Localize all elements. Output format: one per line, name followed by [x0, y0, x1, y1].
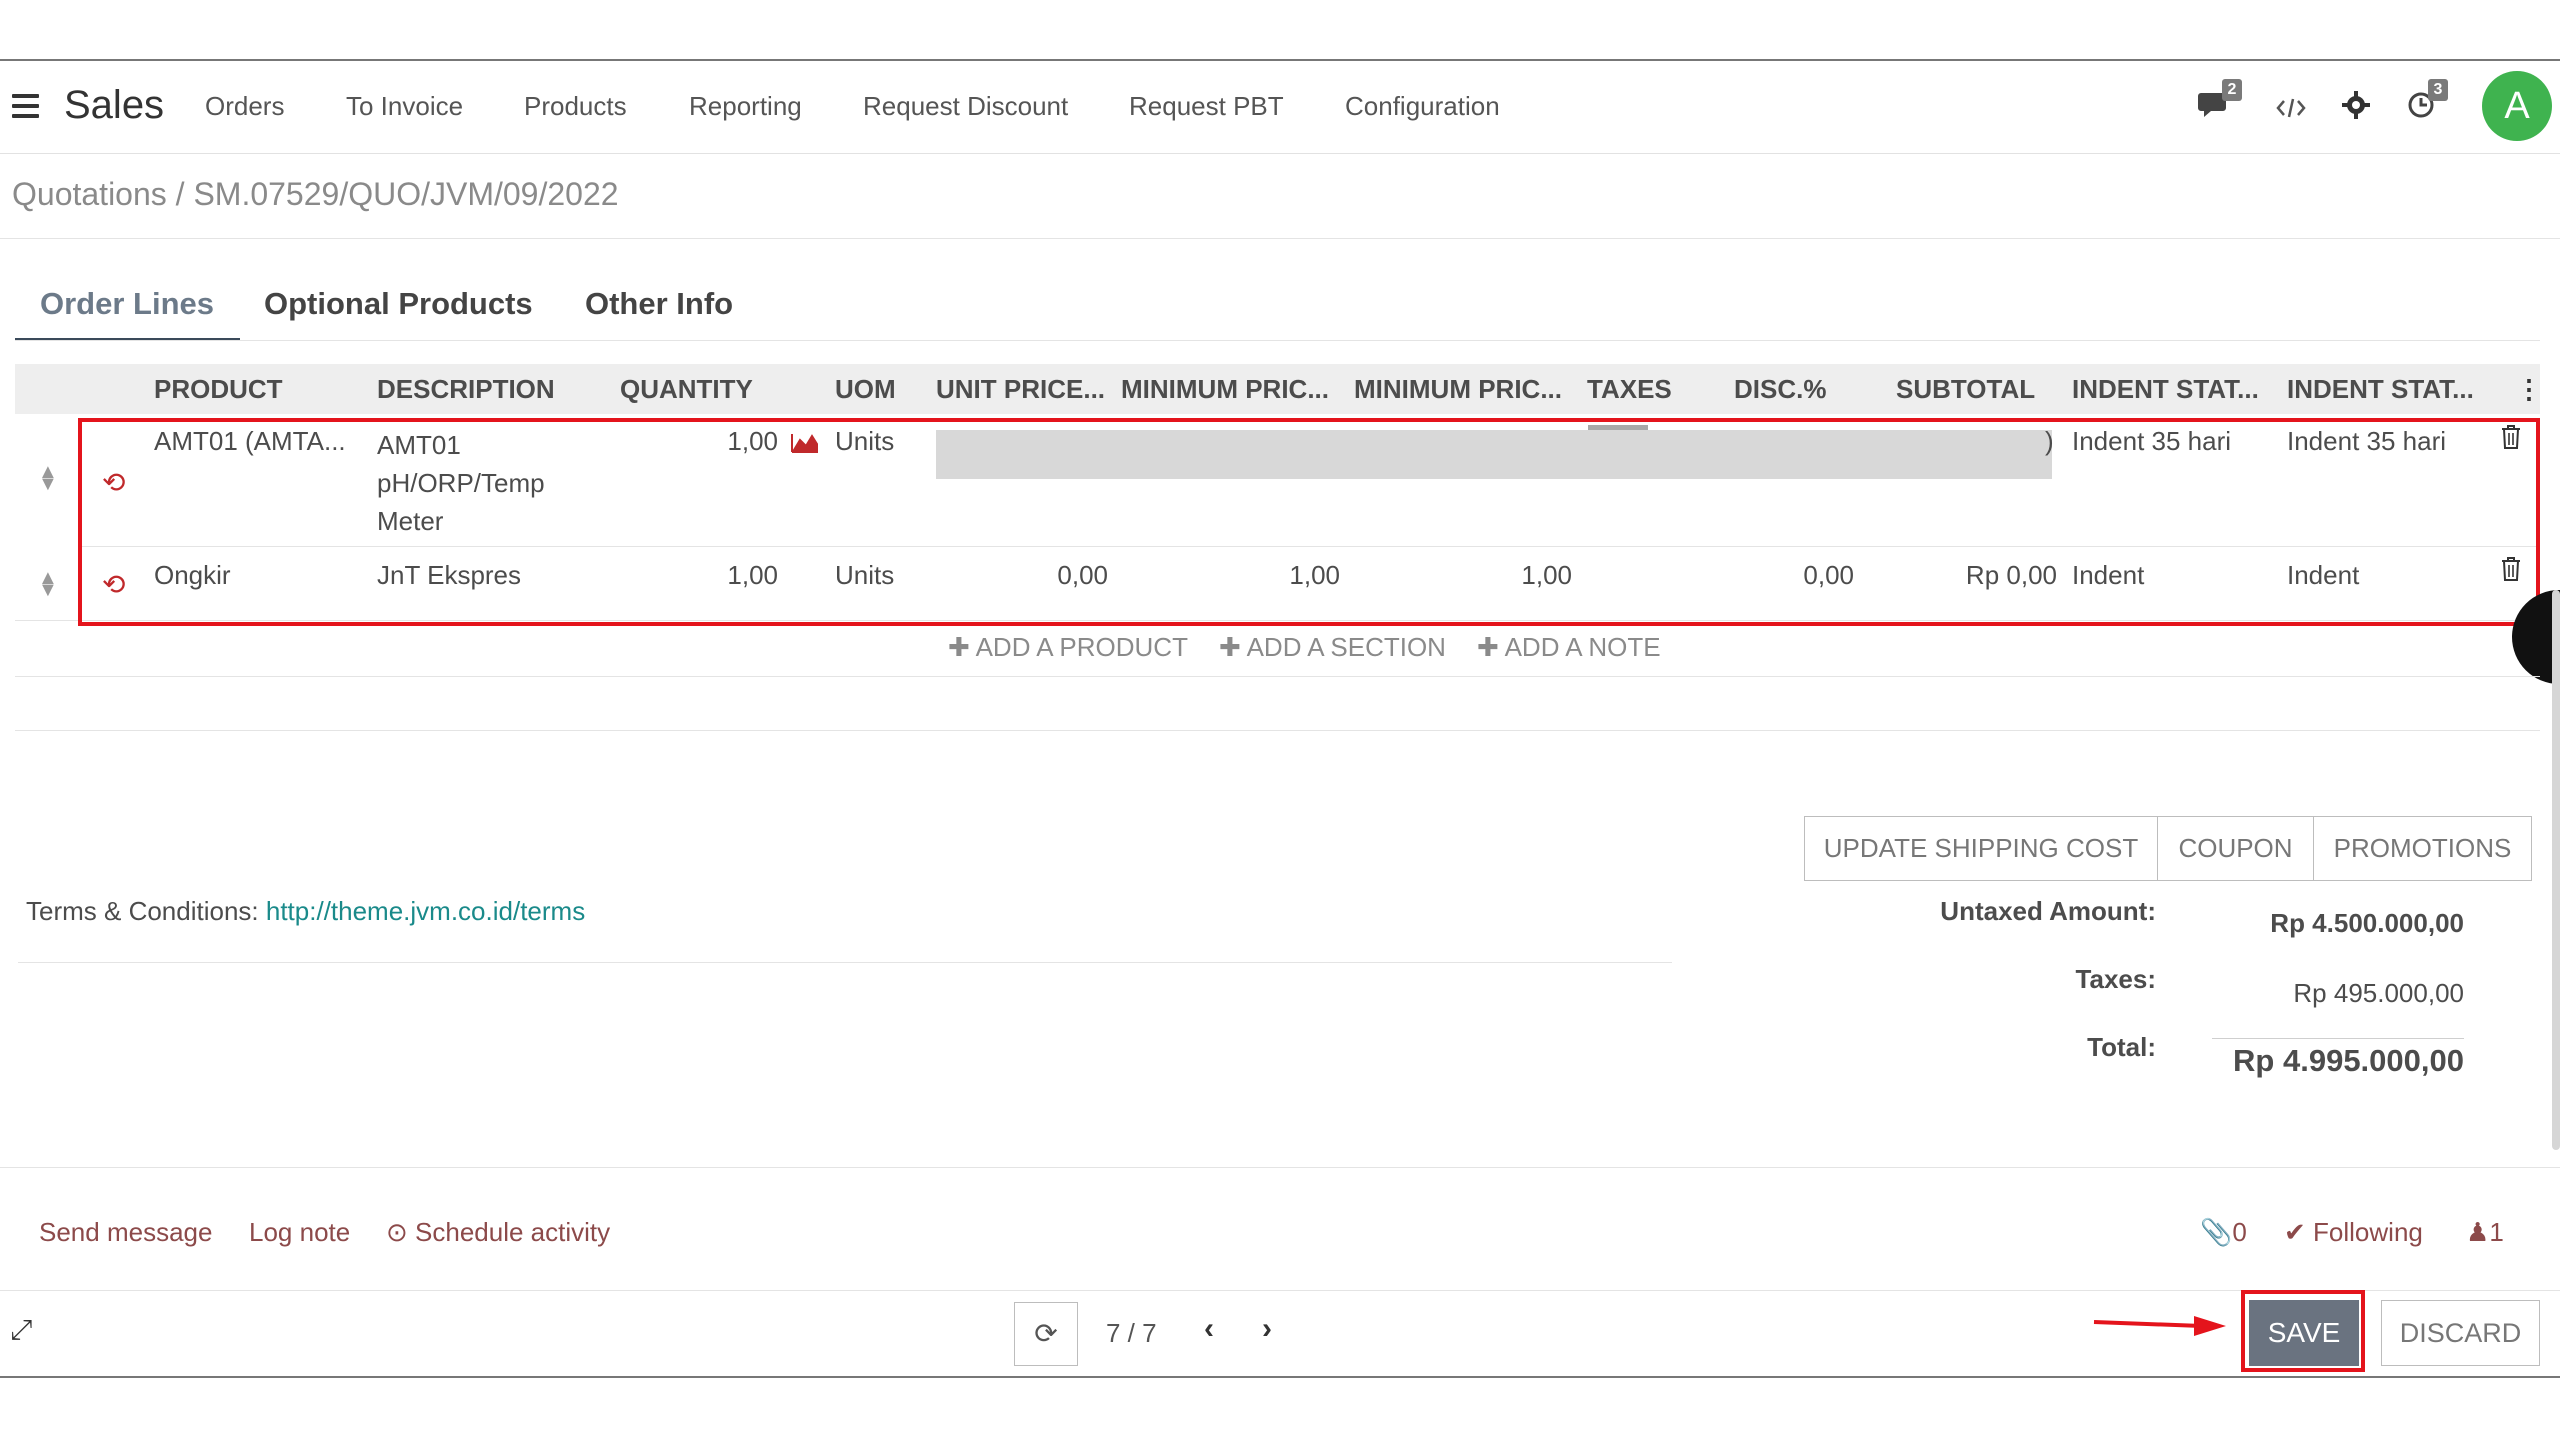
discard-button[interactable]: DISCARD: [2381, 1300, 2540, 1366]
col-subtotal[interactable]: SUBTOTAL: [1896, 374, 2035, 405]
col-indent-status-1[interactable]: INDENT STAT...: [2072, 374, 2259, 405]
bottom-border: [0, 1376, 2560, 1378]
code-icon[interactable]: [2274, 91, 2308, 125]
add-product-link[interactable]: ✚ ADD A PRODUCT: [948, 632, 1188, 663]
menu-to-invoice[interactable]: To Invoice: [346, 91, 463, 122]
followers-button[interactable]: ♟1: [2466, 1217, 2504, 1248]
scrollbar[interactable]: [2552, 590, 2560, 1150]
following-label: Following: [2313, 1217, 2423, 1247]
drag-handle-icon[interactable]: ▲ ▼: [38, 462, 58, 494]
messages-icon[interactable]: 2: [2198, 79, 2242, 127]
breadcrumb: Quotations / SM.07529/QUO/JVM/09/2022: [12, 176, 619, 213]
top-navbar: Sales Orders To Invoice Products Reporti…: [0, 61, 2560, 154]
section-divider: [15, 730, 2540, 731]
pager-value[interactable]: 7 / 7: [1106, 1318, 1157, 1349]
refresh-icon[interactable]: ⟳: [1014, 1302, 1078, 1366]
add-section-link[interactable]: ✚ ADD A SECTION: [1219, 632, 1446, 663]
chevron-right-icon[interactable]: ›: [1262, 1312, 1272, 1346]
highlight-box-order-lines: [78, 418, 2540, 626]
chevron-left-icon[interactable]: ‹: [1204, 1312, 1214, 1346]
menu-configuration[interactable]: Configuration: [1345, 91, 1500, 122]
following-button[interactable]: ✔ Following: [2284, 1217, 2423, 1248]
tab-optional-products[interactable]: Optional Products: [264, 286, 533, 322]
breadcrumb-parent[interactable]: Quotations: [12, 176, 167, 212]
total-value: Rp 4.995.000,00: [2233, 1043, 2464, 1078]
column-options-icon[interactable]: ⋮: [2516, 374, 2542, 405]
activities-badge: 3: [2428, 79, 2448, 101]
gear-icon[interactable]: [2340, 89, 2374, 123]
app-brand[interactable]: Sales: [64, 83, 164, 128]
update-shipping-cost-button[interactable]: UPDATE SHIPPING COST: [1804, 816, 2158, 881]
paperclip-icon: 📎: [2200, 1217, 2233, 1247]
taxes-label: Taxes:: [2075, 964, 2156, 994]
drag-handle-icon[interactable]: ▲ ▼: [38, 568, 58, 600]
tab-order-lines[interactable]: Order Lines: [40, 286, 214, 322]
user-avatar[interactable]: A: [2482, 71, 2552, 141]
attachments-count: 0: [2232, 1217, 2247, 1247]
col-taxes[interactable]: TAXES: [1587, 374, 1672, 405]
messages-badge: 2: [2222, 79, 2242, 101]
activity-clock-icon[interactable]: 3: [2406, 79, 2448, 127]
menu-reporting[interactable]: Reporting: [689, 91, 802, 122]
total-label: Total:: [2087, 1032, 2156, 1062]
col-minimum-price-2[interactable]: MINIMUM PRIC...: [1354, 374, 1562, 405]
menu-orders[interactable]: Orders: [205, 91, 284, 122]
breadcrumb-divider: [0, 238, 2560, 239]
terms-label: Terms & Conditions:: [26, 896, 266, 926]
schedule-activity-button[interactable]: ⊙ Schedule activity: [386, 1217, 610, 1248]
highlight-box-save: [2241, 1290, 2365, 1372]
untaxed-amount-value: Rp 4.500.000,00: [2270, 908, 2464, 938]
clock-icon: ⊙: [386, 1217, 408, 1247]
attachments-button[interactable]: 📎0: [2200, 1217, 2247, 1248]
log-note-button[interactable]: Log note: [249, 1217, 350, 1248]
terms-conditions: Terms & Conditions: http://theme.jvm.co.…: [26, 896, 585, 927]
user-icon: ♟: [2466, 1217, 2490, 1247]
followers-count: 1: [2489, 1217, 2504, 1247]
send-message-button[interactable]: Send message: [39, 1217, 212, 1248]
col-disc[interactable]: DISC.%: [1734, 374, 1826, 405]
check-icon: ✔: [2284, 1217, 2306, 1247]
promotions-button[interactable]: PROMOTIONS: [2313, 816, 2532, 881]
terms-link[interactable]: http://theme.jvm.co.id/terms: [266, 896, 585, 926]
taxes-value: Rp 495.000,00: [2293, 978, 2464, 1008]
menu-request-pbt[interactable]: Request PBT: [1129, 91, 1284, 122]
col-uom[interactable]: UOM: [835, 374, 896, 405]
table-bottom-divider: [15, 676, 2540, 677]
tabs-divider: [15, 340, 2540, 341]
tab-other-info[interactable]: Other Info: [585, 286, 733, 322]
chatter-divider: [0, 1167, 2560, 1168]
total-divider: [2212, 1038, 2464, 1039]
col-quantity[interactable]: QUANTITY: [620, 374, 753, 405]
schedule-activity-label: Schedule activity: [415, 1217, 611, 1247]
add-note-label: ADD A NOTE: [1504, 632, 1661, 662]
breadcrumb-current: SM.07529/QUO/JVM/09/2022: [193, 176, 619, 212]
col-minimum-price-1[interactable]: MINIMUM PRIC...: [1121, 374, 1329, 405]
untaxed-amount-label: Untaxed Amount:: [1940, 896, 2156, 926]
annotation-arrow: [2090, 1310, 2230, 1345]
menu-toggle-icon[interactable]: [12, 94, 39, 119]
add-section-label: ADD A SECTION: [1246, 632, 1446, 662]
breadcrumb-separator: /: [166, 176, 194, 212]
col-unit-price[interactable]: UNIT PRICE...: [936, 374, 1105, 405]
expand-icon[interactable]: ⤢: [10, 1314, 32, 1347]
footer-divider: [0, 1290, 2560, 1291]
add-note-link[interactable]: ✚ ADD A NOTE: [1477, 632, 1661, 663]
terms-divider: [18, 962, 1672, 963]
coupon-button[interactable]: COUPON: [2157, 816, 2314, 881]
col-product[interactable]: PRODUCT: [154, 374, 283, 405]
menu-request-discount[interactable]: Request Discount: [863, 91, 1068, 122]
col-indent-status-2[interactable]: INDENT STAT...: [2287, 374, 2474, 405]
add-product-label: ADD A PRODUCT: [975, 632, 1188, 662]
menu-products[interactable]: Products: [524, 91, 627, 122]
col-description[interactable]: DESCRIPTION: [377, 374, 555, 405]
